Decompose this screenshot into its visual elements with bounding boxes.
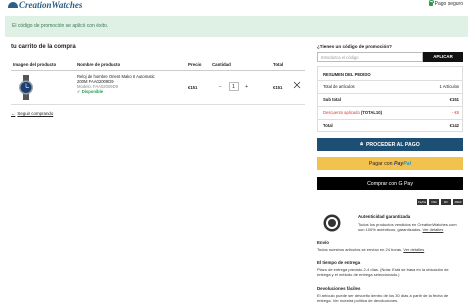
stock-status: ✓ Disponible <box>77 89 104 94</box>
divider <box>318 93 462 94</box>
promo-success-alert: El código de promoción se aplicó con éxi… <box>5 16 468 37</box>
discount-value: - €8 <box>451 110 459 115</box>
qty-value[interactable]: 1 <box>228 82 239 91</box>
brand-name: CreationWatches <box>19 0 83 10</box>
qty-increase-button[interactable]: + <box>245 84 248 90</box>
total-value: €142 <box>449 123 459 128</box>
cart-table: Imagen del producto Nombre de producto P… <box>11 59 305 105</box>
mastercard-icon: MC <box>441 199 451 205</box>
apply-promo-button[interactable]: APLICAR <box>423 52 463 62</box>
google-pay-button[interactable]: Comprar con G Pay <box>317 177 463 190</box>
promo-question: ¿Tienes un código de promoción? <box>317 44 392 49</box>
payment-card-icons: PayPal VISA MC AMEX <box>417 199 463 205</box>
paypal-prefix: Pagar con <box>368 160 393 167</box>
guarantee-details-link[interactable]: Ver detalles <box>423 227 444 232</box>
summary-title: RESUMEN DEL PEDIDO <box>323 72 371 77</box>
discount-code: (TOTAL10) <box>360 110 382 115</box>
returns-title: Devoluciones fáciles <box>317 286 361 291</box>
cart-table-header: Imagen del producto Nombre de producto P… <box>11 59 305 71</box>
shipping-details-link[interactable]: Ver detalles <box>403 247 424 252</box>
gpay-prefix: Comprar con <box>367 180 398 187</box>
promo-form: Introduzca el código APLICAR <box>317 52 463 62</box>
divider <box>318 106 462 107</box>
shipping-info: Envío Todos nuestros artículos se envían… <box>317 240 463 252</box>
delivery-time-info: El tiempo de entrega Plazo de entrega pr… <box>317 260 463 277</box>
delivery-text: Plazo de entrega previsto 2-4 días. (Not… <box>317 267 449 277</box>
col-name: Nombre de producto <box>77 62 121 67</box>
paypal-brand-b: Pal <box>403 160 412 167</box>
arrow-left-icon: ← <box>11 111 16 116</box>
summary-total-line: Total €142 <box>323 123 459 128</box>
divider <box>318 119 462 120</box>
item-price: €151 <box>188 85 198 90</box>
item-total: €151 <box>273 85 283 90</box>
returns-text: El artículo puede ser devuelto dentro de… <box>317 293 449 303</box>
logo-mark-icon <box>8 2 18 8</box>
summary-subtotal-line: Sub total €151 <box>323 97 459 102</box>
continue-shopping-label: Seguir comprando <box>17 111 54 116</box>
summary-items-line: Total de artículos 1 Artículos <box>323 84 459 89</box>
subtotal-value: €151 <box>449 97 459 102</box>
site-header: CreationWatches Pago seguro <box>0 0 475 14</box>
remove-item-icon[interactable] <box>293 81 301 89</box>
brand-logo[interactable]: CreationWatches <box>8 0 82 10</box>
proceed-label: PROCEDER AL PAGO <box>365 141 420 148</box>
order-summary: RESUMEN DEL PEDIDO Total de artículos 1 … <box>317 66 463 132</box>
secure-label: Pago seguro <box>434 1 463 7</box>
discount-label: Descuento aplicado <box>323 110 360 115</box>
col-image: Imagen del producto <box>13 62 57 67</box>
items-value: 1 Artículos <box>439 84 459 89</box>
guarantee-text: Todos los productos vendidos en Creation… <box>358 222 463 232</box>
items-label: Total de artículos <box>323 84 355 89</box>
stock-label: Disponible <box>81 89 104 94</box>
product-watch-image[interactable] <box>16 75 36 100</box>
subtotal-label: Sub total <box>323 97 341 102</box>
order-sidebar: ¿Tienes un código de promoción? Introduz… <box>317 44 463 303</box>
returns-info: Devoluciones fáciles El artículo puede s… <box>317 286 463 303</box>
paypal-card-icon: PayPal <box>417 199 427 205</box>
amex-card-icon: AMEX <box>453 199 463 205</box>
total-label: Total <box>323 123 333 128</box>
divider <box>318 80 462 81</box>
authenticity-seal-icon <box>323 214 341 232</box>
lock-icon: 🔒︎ <box>360 141 363 147</box>
col-quantity: Cantidad <box>212 62 231 67</box>
quantity-stepper: − 1 + <box>216 81 251 92</box>
col-price: Precio <box>188 62 202 67</box>
gpay-brand: G Pay <box>398 180 413 187</box>
paypal-brand-a: Pay <box>394 160 404 167</box>
cart-title: tu carrito de la compra <box>11 44 76 50</box>
col-total: Total <box>273 62 284 67</box>
continue-shopping-link[interactable]: ← Seguir comprando <box>11 111 53 116</box>
cart-item-row: Reloj de hombre Orient Mako II Automatic… <box>11 71 305 105</box>
paypal-button[interactable]: Pagar con Pay Pal <box>317 157 463 170</box>
delivery-title: El tiempo de entrega <box>317 260 361 265</box>
promo-code-input[interactable]: Introduzca el código <box>317 52 423 62</box>
shipping-text: Todos nuestros artículos se envían en 24… <box>317 247 403 252</box>
qty-decrease-button[interactable]: − <box>219 84 222 90</box>
visa-card-icon: VISA <box>429 199 439 205</box>
proceed-to-payment-button[interactable]: 🔒︎ PROCEDER AL PAGO <box>317 138 463 151</box>
alert-message: El código de promoción se aplicó con éxi… <box>12 23 109 29</box>
secure-payment-badge: Pago seguro <box>428 0 463 7</box>
lock-icon <box>428 0 435 6</box>
summary-discount-line: Descuento aplicado (TOTAL10) - €8 <box>323 110 459 115</box>
guarantee-title: Autenticidad garantizada <box>358 214 411 219</box>
shipping-title: Envío <box>317 240 329 245</box>
product-description: Reloj de hombre Orient Mako II Automatic… <box>77 74 155 94</box>
